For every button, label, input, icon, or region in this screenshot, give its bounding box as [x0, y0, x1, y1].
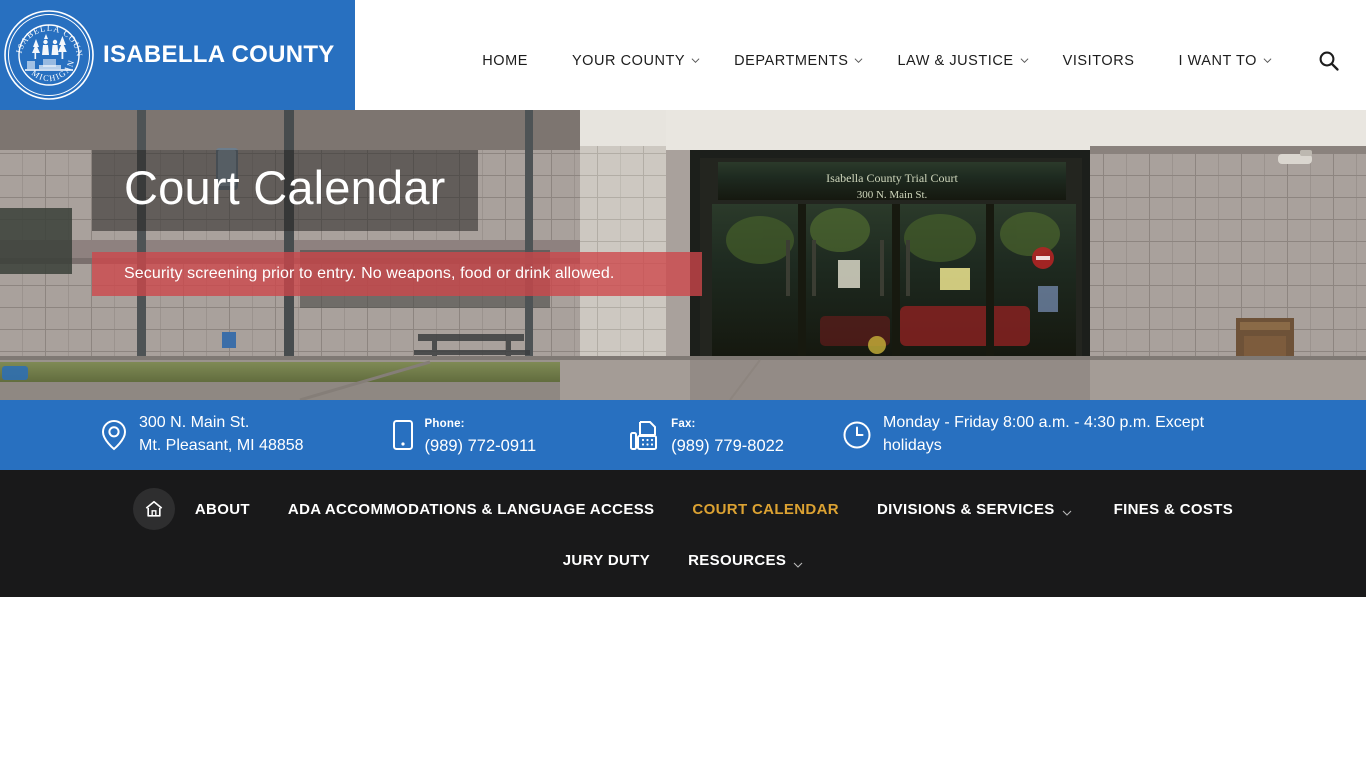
photo-sign-line-1: Isabella County Trial Court: [826, 171, 958, 185]
section-nav-item-fines-costs[interactable]: FINES & COSTS: [1114, 497, 1234, 522]
search-icon[interactable]: [1316, 48, 1342, 74]
hero-banner: Isabella County Trial Court 300 N. Main …: [0, 110, 1366, 400]
section-nav-item-ada-accommodations[interactable]: ADA ACCOMMODATIONS & LANGUAGE ACCESS: [288, 497, 654, 522]
section-nav-item-jury-duty[interactable]: JURY DUTY: [563, 548, 650, 573]
nav-item-home[interactable]: HOME: [482, 47, 528, 75]
section-nav-item-court-calendar-label: COURT CALENDAR: [692, 500, 839, 518]
chevron-down-icon: [1062, 505, 1072, 516]
section-nav-row-2: JURY DUTY RESOURCES: [0, 548, 1366, 573]
hours-text: Monday - Friday 8:00 a.m. - 4:30 p.m. Ex…: [882, 414, 1205, 454]
main-navigation: HOME YOUR COUNTY DEPARTMENTS LAW & JUSTI…: [355, 12, 1366, 110]
nav-item-visitors-label: VISITORS: [1062, 53, 1135, 69]
fax-label: Fax:: [671, 417, 696, 430]
phone-value: (989) 772-0911: [424, 436, 537, 455]
section-navigation: ABOUT ADA ACCOMMODATIONS & LANGUAGE ACCE…: [0, 470, 1366, 597]
section-nav-item-ada-accommodations-label: ADA ACCOMMODATIONS & LANGUAGE ACCESS: [287, 500, 655, 518]
contact-fax-text: Fax: (989) 779-8022: [671, 412, 784, 458]
brand-name: ISABELLA COUNTY: [103, 41, 335, 68]
nav-item-i-want-to-label: I WANT TO: [1178, 53, 1257, 69]
chevron-down-icon: [691, 56, 700, 65]
nav-item-visitors[interactable]: VISITORS: [1063, 47, 1135, 75]
chevron-down-icon: [1263, 56, 1272, 65]
section-nav-item-divisions-services[interactable]: DIVISIONS & SERVICES: [877, 497, 1072, 522]
section-nav-item-fines-costs-label: FINES & COSTS: [1113, 500, 1234, 518]
nav-item-i-want-to[interactable]: I WANT TO: [1178, 47, 1272, 75]
hero-overlay: Court Calendar Security screening prior …: [92, 150, 712, 296]
contact-address: 300 N. Main St. Mt. Pleasant, MI 48858: [100, 412, 304, 457]
contact-info-bar: 300 N. Main St. Mt. Pleasant, MI 48858 P…: [0, 400, 1366, 470]
section-nav-item-about-label: ABOUT: [194, 500, 250, 518]
nav-item-your-county[interactable]: YOUR COUNTY: [572, 47, 700, 75]
nav-item-departments-label: DEPARTMENTS: [734, 53, 849, 69]
phone-label: Phone:: [424, 417, 465, 430]
address-line-2: Mt. Pleasant, MI 48858: [139, 437, 304, 454]
nav-item-law-justice[interactable]: LAW & JUSTICE: [897, 47, 1029, 75]
page-content-area: [0, 597, 1366, 768]
contact-phone-text: Phone: (989) 772-0911: [425, 412, 537, 458]
section-nav-item-about[interactable]: ABOUT: [195, 497, 250, 522]
section-nav-item-resources-label: RESOURCES: [688, 552, 787, 569]
nav-item-home-label: HOME: [482, 53, 528, 69]
section-nav-item-resources[interactable]: RESOURCES: [688, 548, 803, 573]
fax-machine-icon: [628, 419, 660, 451]
county-seal-icon: ISABELLA COUNTY MICHIGAN: [3, 9, 95, 101]
nav-item-departments[interactable]: DEPARTMENTS: [734, 47, 863, 75]
contact-fax: Fax: (989) 779-8022: [628, 412, 784, 458]
chevron-down-icon: [854, 56, 863, 65]
nav-item-your-county-label: YOUR COUNTY: [571, 53, 686, 69]
security-alert-banner: Security screening prior to entry. No we…: [92, 251, 702, 296]
clock-icon: [842, 420, 872, 450]
chevron-down-icon: [793, 557, 803, 568]
page-title: Court Calendar: [124, 161, 446, 214]
contact-address-text: 300 N. Main St. Mt. Pleasant, MI 48858: [139, 412, 304, 457]
contact-phone[interactable]: Phone: (989) 772-0911: [392, 412, 537, 458]
fax-value: (989) 779-8022: [671, 436, 784, 455]
contact-hours: Monday - Friday 8:00 a.m. - 4:30 p.m. Ex…: [842, 412, 1243, 457]
nav-item-law-justice-label: LAW & JUSTICE: [897, 53, 1014, 69]
mobile-phone-icon: [392, 419, 414, 451]
chevron-down-icon: [1020, 56, 1029, 65]
section-nav-item-jury-duty-label: JURY DUTY: [562, 552, 651, 569]
section-nav-item-divisions-services-label: DIVISIONS & SERVICES: [876, 500, 1055, 518]
site-header: ISABELLA COUNTY MICHIGAN: [0, 0, 1366, 110]
location-pin-icon: [100, 419, 128, 451]
address-line-1: 300 N. Main St.: [139, 414, 250, 432]
section-nav-item-court-calendar[interactable]: COURT CALENDAR: [692, 497, 839, 522]
brand-block[interactable]: ISABELLA COUNTY MICHIGAN: [0, 0, 355, 110]
section-nav-row-1: ABOUT ADA ACCOMMODATIONS & LANGUAGE ACCE…: [0, 488, 1366, 530]
home-icon[interactable]: [132, 488, 175, 530]
photo-sign-line-2: 300 N. Main St.: [857, 189, 928, 201]
hero-title-box: Court Calendar: [92, 150, 478, 231]
